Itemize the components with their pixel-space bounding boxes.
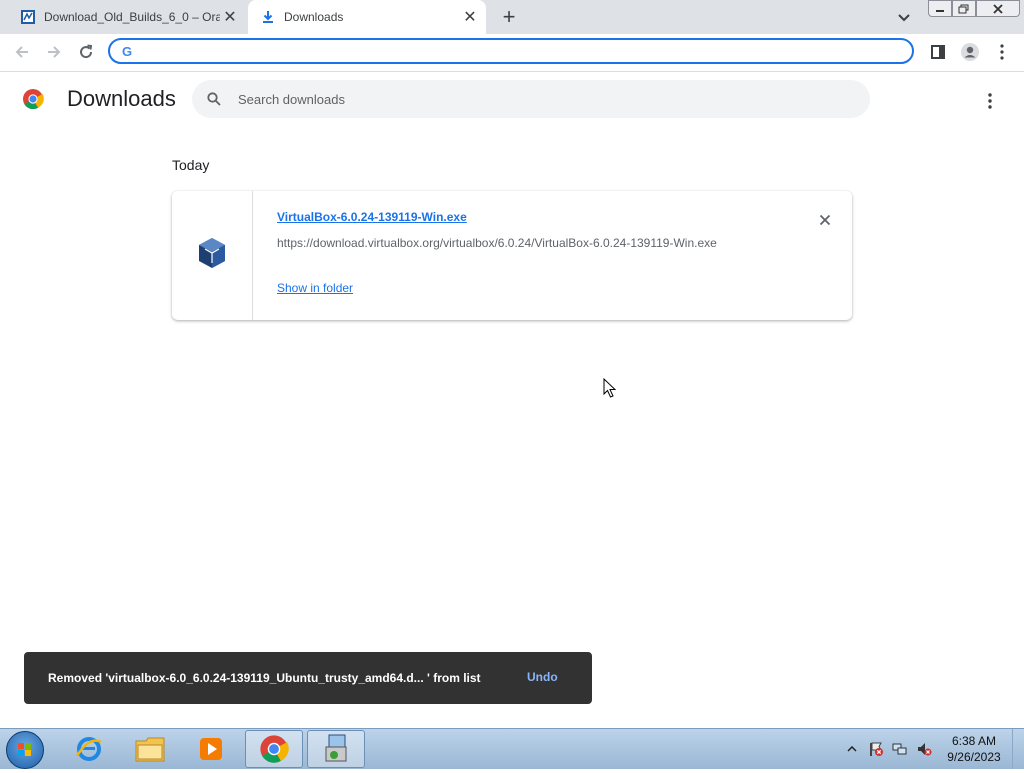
forward-arrow-icon[interactable] [42, 40, 66, 64]
download-source-url: https://download.virtualbox.org/virtualb… [277, 236, 717, 250]
side-panel-icon[interactable] [926, 40, 950, 64]
restore-window-button[interactable] [952, 0, 976, 17]
virtualbox-installer-icon[interactable] [307, 730, 365, 768]
internet-explorer-icon[interactable] [60, 730, 118, 768]
remove-download-icon[interactable] [814, 209, 836, 231]
tab-downloads[interactable]: Downloads ✕ [248, 0, 486, 34]
profile-avatar-icon[interactable] [958, 40, 982, 64]
downloads-menu-icon[interactable] [978, 89, 1002, 113]
download-icon [260, 9, 276, 25]
search-input[interactable] [236, 90, 870, 108]
close-tab-icon[interactable]: ✕ [220, 7, 240, 27]
show-hidden-icons-icon[interactable] [843, 740, 861, 758]
taskbar-clock[interactable]: 6:38 AM 9/26/2023 [936, 733, 1012, 765]
minimize-window-button[interactable] [928, 0, 952, 17]
new-tab-button[interactable]: + [498, 4, 520, 29]
file-explorer-icon[interactable] [121, 730, 179, 768]
reload-icon[interactable] [74, 40, 98, 64]
tab-title: Downloads [284, 10, 344, 24]
search-downloads-box[interactable] [192, 80, 870, 118]
address-bar[interactable]: G [108, 38, 914, 64]
start-orb-icon[interactable] [6, 731, 44, 769]
browser-menu-icon[interactable] [990, 40, 1014, 64]
clock-time: 6:38 AM [951, 734, 997, 748]
date-section-label: Today [172, 157, 210, 173]
undo-button[interactable]: Undo [527, 670, 558, 684]
show-in-folder-link[interactable]: Show in folder [277, 281, 353, 295]
volume-muted-icon[interactable] [915, 740, 933, 758]
search-icon [204, 89, 224, 109]
removed-toast: Removed 'virtualbox-6.0_6.0.24-139119_Ub… [24, 652, 592, 704]
chrome-taskbar-icon[interactable] [245, 730, 303, 768]
tab-title: Download_Old_Builds_6_0 – Orac [44, 10, 220, 24]
chrome-logo-icon [22, 88, 44, 110]
network-icon[interactable] [891, 740, 909, 758]
clock-date: 9/26/2023 [947, 750, 1001, 764]
downloads-header: Downloads [0, 72, 1024, 128]
media-player-icon[interactable] [182, 730, 240, 768]
action-center-flag-icon[interactable] [867, 740, 885, 758]
file-icon-column [172, 191, 253, 320]
virtualbox-icon [198, 237, 226, 274]
google-g-icon: G [121, 43, 133, 59]
back-arrow-icon[interactable] [10, 40, 34, 64]
page-title: Downloads [67, 86, 176, 111]
mouse-cursor-icon [603, 377, 617, 398]
windows-taskbar: 6:38 AM 9/26/2023 [0, 728, 1024, 769]
download-item-card: VirtualBox-6.0.24-139119-Win.exe https:/… [172, 191, 852, 320]
tab-strip: Download_Old_Builds_6_0 – Orac ✕ Downloa… [0, 0, 1024, 34]
virtualbox-site-icon [20, 9, 36, 25]
show-desktop-button[interactable] [1012, 729, 1024, 769]
browser-toolbar: G [0, 34, 1024, 72]
close-window-button[interactable] [976, 0, 1020, 17]
toast-message: Removed 'virtualbox-6.0_6.0.24-139119_Ub… [48, 671, 481, 685]
address-input[interactable] [140, 42, 912, 60]
close-tab-icon[interactable]: ✕ [460, 7, 480, 27]
download-filename-link[interactable]: VirtualBox-6.0.24-139119-Win.exe [277, 210, 467, 224]
tab-search-chevron-icon[interactable] [894, 8, 914, 28]
system-tray [840, 729, 936, 769]
tab-download-old-builds[interactable]: Download_Old_Builds_6_0 – Orac ✕ [8, 0, 246, 34]
